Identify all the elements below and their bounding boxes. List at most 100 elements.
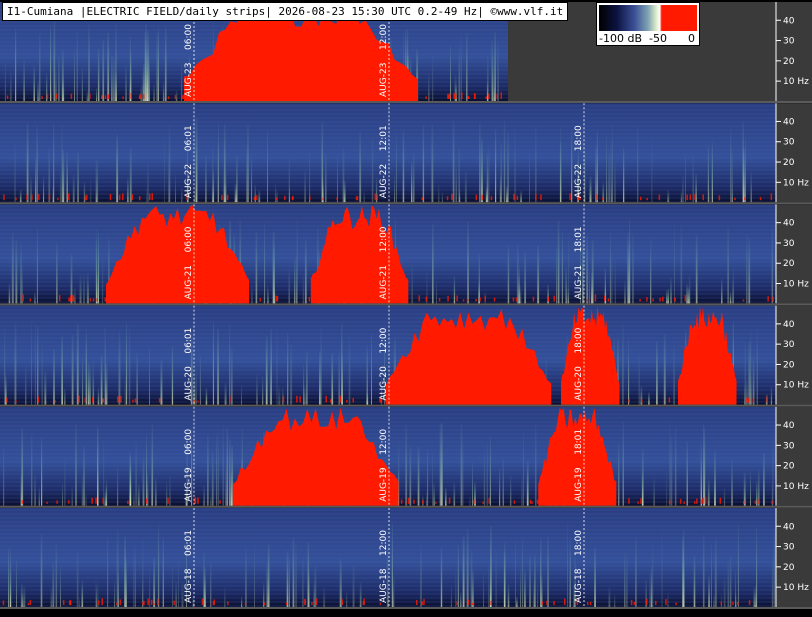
emission-streak — [682, 175, 684, 203]
noise-speck — [142, 93, 145, 99]
freq-tick-label: 40 — [783, 522, 795, 532]
noise-speck — [454, 93, 457, 99]
emission-streak — [737, 523, 739, 607]
emission-streak — [128, 325, 131, 405]
noise-speck — [747, 399, 749, 403]
noise-speck — [686, 194, 688, 201]
emission-streak — [171, 346, 174, 405]
emission-streak — [755, 585, 757, 607]
emission-streak — [744, 137, 746, 203]
noise-speck — [536, 499, 539, 504]
time-label: 12:01 — [379, 125, 389, 151]
emission-streak — [35, 158, 37, 203]
emission-streak — [147, 162, 149, 203]
noise-speck — [46, 94, 49, 99]
emission-streak — [31, 321, 32, 405]
noise-speck — [655, 600, 657, 605]
noise-speck — [596, 194, 598, 201]
emission-streak — [727, 562, 730, 607]
noise-speck — [418, 295, 420, 302]
noise-speck — [446, 196, 449, 201]
emission-streak — [11, 232, 14, 304]
noise-speck — [329, 399, 332, 403]
noise-speck — [229, 396, 231, 403]
emission-streak — [77, 152, 79, 203]
emission-streak — [450, 585, 452, 607]
emission-streak — [450, 45, 451, 101]
emission-streak — [568, 556, 570, 607]
emission-streak — [391, 523, 393, 607]
noise-speck — [640, 498, 642, 504]
emission-streak — [83, 274, 85, 304]
emission-streak — [19, 189, 22, 203]
noise-speck — [467, 95, 469, 99]
emission-streak — [15, 28, 17, 101]
emission-streak — [439, 423, 442, 506]
emission-streak — [489, 437, 491, 506]
emission-streak — [650, 254, 651, 304]
noise-speck — [586, 299, 589, 302]
emission-streak — [264, 222, 266, 304]
emission-streak — [591, 240, 594, 304]
noise-speck — [448, 93, 451, 99]
emission-streak — [4, 63, 6, 101]
strip-aug-18: AUG-18 06:01 AUG-18 12:00 AUG-18 18:00 40 30 20 1… — [0, 508, 812, 609]
emission-streak — [292, 537, 295, 607]
emission-streak — [90, 179, 92, 203]
noise-speck — [122, 96, 124, 99]
emission-streak — [433, 483, 435, 506]
emission-streak — [729, 555, 732, 607]
emission-streak — [81, 474, 83, 506]
noise-speck — [363, 598, 365, 605]
emission-streak — [276, 190, 278, 203]
emission-streak — [255, 231, 258, 304]
noise-speck — [264, 602, 266, 605]
date-label: AUG-22 — [574, 164, 584, 198]
noise-speck — [630, 599, 633, 605]
noise-speck — [658, 194, 661, 201]
colorbar-label-mid: -50 — [649, 32, 667, 45]
noise-speck — [413, 499, 415, 504]
spectrogram-svg: AUG-23 06:00 AUG-23 12:00 40 30 20 10 Hz AUG-22 0… — [0, 0, 812, 613]
emission-streak — [409, 445, 412, 506]
noise-speck — [474, 93, 476, 99]
emission-streak — [43, 177, 45, 203]
emission-streak — [411, 265, 413, 304]
emission-streak — [500, 142, 502, 203]
time-label: 06:00 — [184, 429, 194, 455]
emission-streak — [125, 65, 127, 101]
noise-speck — [48, 194, 51, 201]
emission-streak — [567, 287, 569, 304]
emission-streak — [614, 261, 616, 304]
time-label: 18:00 — [574, 125, 584, 151]
noise-speck — [352, 398, 354, 403]
noise-speck — [438, 298, 441, 302]
emission-streak — [254, 545, 255, 607]
emission-streak — [466, 528, 469, 607]
noise-speck — [553, 600, 555, 605]
emission-streak — [472, 462, 473, 506]
emission-streak — [142, 458, 145, 506]
emission-streak — [352, 565, 355, 607]
noise-speck — [400, 499, 403, 504]
noise-speck — [425, 296, 428, 302]
noise-speck — [704, 496, 707, 504]
noise-speck — [646, 197, 648, 201]
emission-streak — [258, 190, 261, 203]
emission-streak — [460, 591, 462, 607]
emission-streak — [723, 487, 726, 506]
emission-streak — [453, 483, 456, 506]
emission-streak — [224, 587, 226, 607]
emission-streak — [85, 492, 87, 506]
emission-streak — [746, 234, 748, 304]
noise-speck — [553, 295, 555, 302]
emission-streak — [588, 268, 591, 304]
emission-streak — [14, 323, 17, 405]
emission-streak — [432, 452, 433, 506]
noise-speck — [139, 94, 141, 99]
noise-speck — [767, 296, 769, 302]
emission-streak — [38, 486, 40, 506]
emission-streak — [251, 158, 253, 203]
noise-speck — [532, 296, 535, 302]
emission-streak — [37, 325, 39, 405]
